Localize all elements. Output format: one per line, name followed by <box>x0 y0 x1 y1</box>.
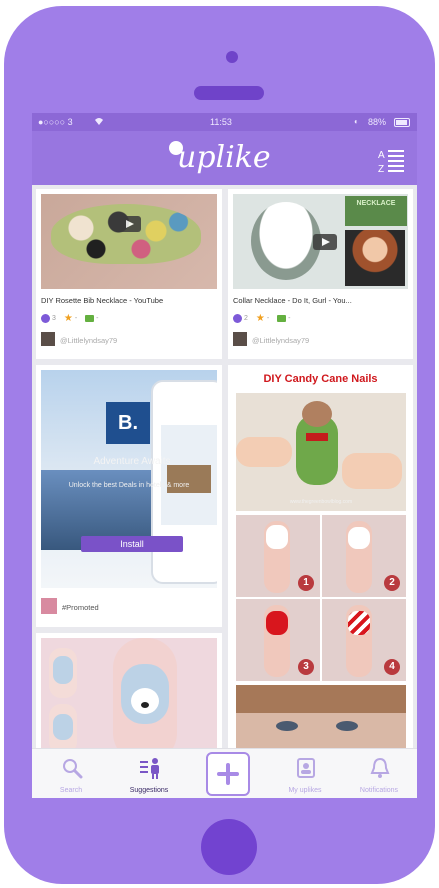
svg-text:A: A <box>378 150 385 161</box>
home-button[interactable] <box>201 819 257 875</box>
polar-bear-nails-thumbnail[interactable] <box>41 638 217 763</box>
ad-subtext: Unlock the best Deals in hotels & more <box>68 482 190 489</box>
promoted-ad-image[interactable]: B. Adventure Awaits Unlock the best Deal… <box>41 370 217 588</box>
app-screen: ●○○○○ 3 11:53 ◐ 88% uplike A Z DIY Roset… <box>32 113 417 798</box>
tab-label: Suggestions <box>129 787 169 794</box>
star-count: - <box>266 315 270 322</box>
step-4-thumbnail[interactable]: 4 <box>322 599 406 681</box>
feed-grid[interactable]: DIY Rosette Bib Necklace - YouTube 3 ★ - … <box>32 185 417 765</box>
card-title[interactable]: Collar Necklace - Do It, Gurl - You... <box>233 296 352 305</box>
front-camera <box>226 51 238 63</box>
suggestions-icon <box>140 758 159 779</box>
card-title[interactable]: DIY Rosette Bib Necklace - YouTube <box>41 296 163 305</box>
bell-icon <box>370 757 390 778</box>
app-header: uplike A Z <box>32 131 417 185</box>
star-icon: ★ <box>255 313 265 324</box>
tab-suggestions[interactable]: Suggestions <box>114 749 184 798</box>
battery-percent: 88% <box>368 117 387 127</box>
pin-card-rosette-necklace[interactable]: DIY Rosette Bib Necklace - YouTube 3 ★ - … <box>36 189 222 359</box>
rosette-necklace-thumbnail[interactable] <box>41 194 217 289</box>
uplike-count-icon <box>233 314 242 323</box>
step-number-badge: 1 <box>298 575 314 591</box>
tab-my-uplikes[interactable]: My uplikes <box>270 749 340 798</box>
add-post-button[interactable] <box>206 752 250 796</box>
step-number-badge: 2 <box>384 575 400 591</box>
battery-icon <box>394 118 410 127</box>
avatar[interactable] <box>41 598 57 614</box>
tab-label: Search <box>59 787 83 794</box>
my-uplikes-icon <box>297 758 315 778</box>
video-play-icon[interactable] <box>117 216 141 232</box>
card-stats: 3 ★ - - <box>41 313 104 324</box>
candy-cane-title[interactable]: DIY Candy Cane Nails <box>228 373 413 385</box>
pin-card-polar-bear-nails[interactable] <box>36 633 222 763</box>
tab-search[interactable]: Search <box>36 749 106 798</box>
ad-headline: Adventure Awaits <box>93 456 171 467</box>
watermark: www.thegreenbowlblog.com <box>289 499 353 505</box>
tab-notifications[interactable]: Notifications <box>344 749 414 798</box>
svg-text:Z: Z <box>378 164 384 175</box>
step-number-badge: 4 <box>384 659 400 675</box>
star-icon: ★ <box>63 313 73 324</box>
carrier-text: ●○○○○ 3 <box>38 117 73 127</box>
collar-necklace-thumbnail[interactable]: NECKLACE <box>233 194 408 289</box>
az-sort-icon[interactable]: A Z <box>377 147 405 175</box>
reindeer-thumbnail[interactable]: www.thegreenbowlblog.com <box>236 393 406 511</box>
step-2-thumbnail[interactable]: 2 <box>322 515 406 597</box>
promoted-label: #Promoted <box>62 603 99 612</box>
install-button[interactable]: Install <box>81 536 183 552</box>
comment-count: - <box>96 315 99 322</box>
thumbnail-banner: NECKLACE <box>345 196 407 226</box>
step-3-thumbnail[interactable]: 3 <box>236 599 320 681</box>
avatar[interactable] <box>233 332 247 346</box>
promoted-card[interactable]: B. Adventure Awaits Unlock the best Deal… <box>36 365 222 627</box>
pin-card-collar-necklace[interactable]: NECKLACE Collar Necklace - Do It, Gurl -… <box>228 189 413 359</box>
clock-time: 11:53 <box>210 117 232 127</box>
step-1-thumbnail[interactable]: 1 <box>236 515 320 597</box>
avatar[interactable] <box>41 332 55 346</box>
bottom-tab-bar: Search Suggestions My uplikes Notificati… <box>32 748 417 798</box>
alarm-icon: ◐ <box>354 117 359 126</box>
booking-logo: B. <box>106 402 150 444</box>
comment-icon <box>85 315 95 322</box>
author-name[interactable]: @Littlelyndsay79 <box>252 336 309 345</box>
card-stats: 2 ★ - - <box>233 313 296 324</box>
star-count: - <box>74 315 78 322</box>
uplike-count: 2 <box>244 315 248 322</box>
app-logo: uplike <box>177 140 271 175</box>
search-icon <box>63 759 83 779</box>
step-number-badge: 3 <box>298 659 314 675</box>
comment-count: - <box>288 315 291 322</box>
author-name[interactable]: @Littlelyndsay79 <box>60 336 117 345</box>
comment-icon <box>277 315 287 322</box>
earpiece-speaker <box>194 86 264 100</box>
uplike-count: 3 <box>52 315 56 322</box>
status-bar: ●○○○○ 3 11:53 ◐ 88% <box>32 113 417 131</box>
wifi-icon <box>95 118 103 125</box>
uplike-count-icon <box>41 314 50 323</box>
pin-card-candy-cane-nails[interactable]: DIY Candy Cane Nails www.thegreenbowlblo… <box>228 365 413 765</box>
tab-label: Notifications <box>359 787 399 794</box>
video-play-icon[interactable] <box>313 234 337 250</box>
tab-label: My uplikes <box>288 787 322 794</box>
